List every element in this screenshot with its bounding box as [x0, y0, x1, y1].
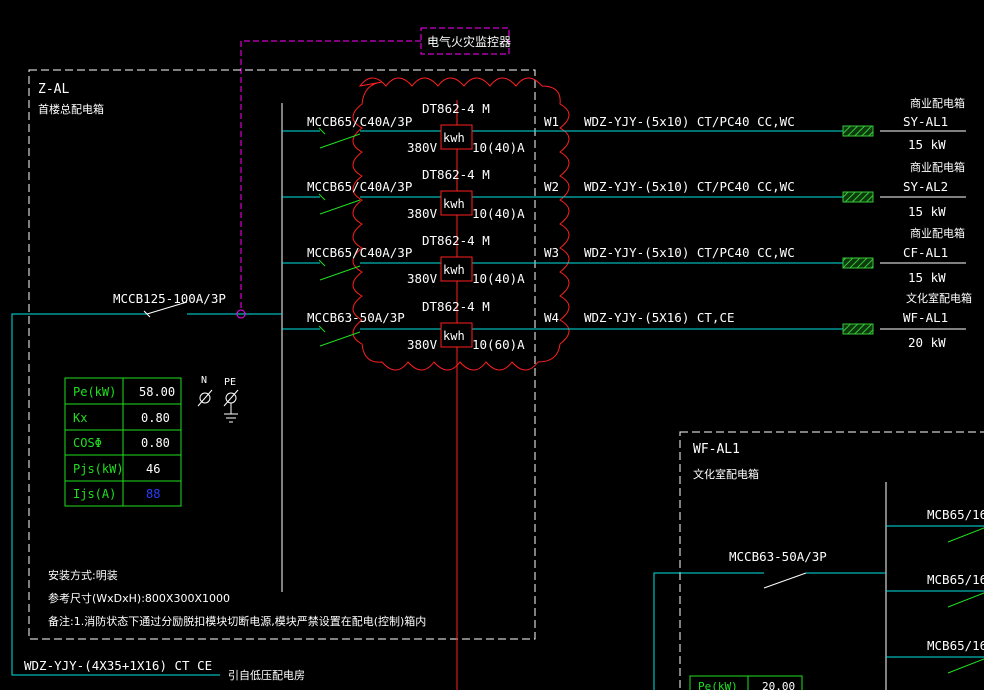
circuit-3-voltage: 380V: [407, 271, 438, 286]
load-table-key-pe: Pe(kW): [73, 385, 116, 399]
incoming-cable-label: WDZ-YJY-(4X35+1X16) CT CE: [24, 658, 212, 673]
sub-branch-1-label: MCB65/16A: [927, 507, 984, 522]
circuit-2-kwh-label: kwh: [443, 197, 465, 211]
circuit-2-meter-rating: 10(40)A: [472, 206, 525, 221]
circuit-3[interactable]: MCCB65/C40A/3P DT862-4 M kwh 380V 10(40)…: [282, 226, 966, 286]
circuit-3-terminal-hatch: [842, 257, 874, 269]
circuit-1[interactable]: MCCB65/C40A/3P DT862-4 M kwh 380V 10(40)…: [282, 96, 966, 155]
circuit-4-cable: WDZ-YJY-(5X16) CT,CE: [584, 310, 735, 325]
load-table-val-kx: 0.80: [141, 411, 170, 425]
circuit-3-kwh-label: kwh: [443, 263, 465, 277]
load-table-val-pjs: 46: [146, 462, 160, 476]
pe-terminal-label: PE: [224, 377, 236, 388]
circuit-2[interactable]: MCCB65/C40A/3P DT862-4 M kwh 380V 10(40)…: [282, 160, 966, 221]
circuit-3-meter-rating: 10(40)A: [472, 271, 525, 286]
circuit-1-dest-id: SY-AL1: [903, 114, 948, 129]
sub-panel-name: 文化室配电箱: [693, 467, 759, 481]
sub-panel-incoming-line: [653, 572, 764, 690]
sub-branch-2-label: MCB65/16A: [927, 572, 984, 587]
circuit-2-dest-name: 商业配电箱: [910, 160, 965, 174]
sub-branch-1-breaker: [947, 527, 984, 543]
fire-monitor-label: 电气火灾监控器: [427, 34, 511, 49]
circuit-1-meter-label: DT862-4 M: [422, 101, 490, 116]
sub-load-table-key: Pe(kW): [698, 680, 738, 690]
main-panel-name: 首楼总配电箱: [38, 102, 104, 116]
circuit-1-breaker-label: MCCB65/C40A/3P: [307, 114, 412, 129]
circuit-4-power: 20 kW: [908, 335, 946, 350]
circuit-3-dest-name: 商业配电箱: [910, 226, 965, 240]
circuit-1-voltage: 380V: [407, 140, 438, 155]
main-panel-id: Z-AL: [38, 82, 69, 97]
load-table-key-kx: Kx: [73, 411, 87, 425]
circuit-2-breaker-label: MCCB65/C40A/3P: [307, 179, 412, 194]
circuit-4-breaker-symbol: [319, 331, 361, 347]
n-terminal-label: N: [201, 375, 207, 386]
circuit-4-voltage: 380V: [407, 337, 438, 352]
circuit-4-dest-name: 文化室配电箱: [906, 291, 972, 305]
install-method-note: 安装方式:明装: [48, 568, 118, 582]
incoming-breaker-label: MCCB125-100A/3P: [113, 291, 226, 306]
circuit-2-terminal-hatch: [842, 191, 874, 203]
circuit-1-dest-name: 商业配电箱: [910, 96, 965, 110]
sub-load-table-value: 20.00: [762, 680, 795, 690]
circuit-1-power: 15 kW: [908, 137, 946, 152]
circuit-3-id: W3: [544, 245, 559, 260]
circuit-3-dest-id: CF-AL1: [903, 245, 948, 260]
circuit-1-id: W1: [544, 114, 559, 129]
remark-note: 备注:1.消防状态下通过分励脱扣模块切断电源,模块严禁设置在配电(控制)箱内: [48, 614, 426, 628]
load-table-val-pe: 58.00: [139, 385, 175, 399]
fire-monitor-link: [240, 40, 421, 310]
cad-drawing-canvas[interactable]: 电气火灾监控器 Z-AL 首楼总配电箱 MCCB125-100A/3P WDZ-…: [0, 0, 984, 690]
circuit-3-meter-label: DT862-4 M: [422, 233, 490, 248]
circuit-2-id: W2: [544, 179, 559, 194]
circuit-4-id: W4: [544, 310, 559, 325]
sub-panel-id: WF-AL1: [693, 442, 740, 457]
circuit-4-meter-rating: 10(60)A: [472, 337, 525, 352]
load-table-val-cos: 0.80: [141, 436, 170, 450]
sub-branch-3-breaker: [947, 658, 984, 674]
circuit-2-dest-id: SY-AL2: [903, 179, 948, 194]
circuit-4-breaker-label: MCCB63-50A/3P: [307, 310, 405, 325]
circuit-3-cable: WDZ-YJY-(5x10) CT/PC40 CC,WC: [584, 245, 795, 260]
circuit-2-breaker-symbol: [319, 199, 361, 215]
load-table-key-cos: COSΦ: [73, 436, 102, 450]
ground-terminals: [197, 389, 239, 423]
circuit-3-breaker-label: MCCB65/C40A/3P: [307, 245, 412, 260]
incoming-source-label: 引自低压配电房: [228, 668, 305, 682]
circuit-2-meter-label: DT862-4 M: [422, 167, 490, 182]
load-table-val-ijs: 88: [146, 487, 160, 501]
circuit-2-voltage: 380V: [407, 206, 438, 221]
circuit-1-cable: WDZ-YJY-(5x10) CT/PC40 CC,WC: [584, 114, 795, 129]
sub-panel-incoming-breaker-symbol: [763, 572, 807, 589]
circuit-2-power: 15 kW: [908, 204, 946, 219]
circuit-4-kwh-label: kwh: [443, 329, 465, 343]
circuit-1-meter-rating: 10(40)A: [472, 140, 525, 155]
load-table-key-ijs: Ijs(A): [73, 487, 116, 501]
circuit-2-cable: WDZ-YJY-(5x10) CT/PC40 CC,WC: [584, 179, 795, 194]
circuit-1-terminal-hatch: [842, 125, 874, 137]
sub-branch-2-breaker: [947, 592, 984, 608]
circuit-4[interactable]: MCCB63-50A/3P DT862-4 M kwh 380V 10(60)A…: [282, 291, 972, 352]
circuit-3-power: 15 kW: [908, 270, 946, 285]
circuit-3-breaker-symbol: [319, 265, 361, 281]
circuit-4-terminal-hatch: [842, 323, 874, 335]
load-table-key-pjs: Pjs(kW): [73, 462, 124, 476]
sub-panel-incoming-breaker: MCCB63-50A/3P: [729, 549, 827, 564]
circuit-4-meter-label: DT862-4 M: [422, 299, 490, 314]
sub-branch-3-label: MCB65/16A: [927, 638, 984, 653]
circuit-1-kwh-label: kwh: [443, 131, 465, 145]
circuit-1-breaker-symbol: [319, 133, 361, 149]
ref-size-note: 参考尺寸(WxDxH):800X300X1000: [48, 591, 230, 605]
circuit-4-dest-id: WF-AL1: [903, 310, 948, 325]
